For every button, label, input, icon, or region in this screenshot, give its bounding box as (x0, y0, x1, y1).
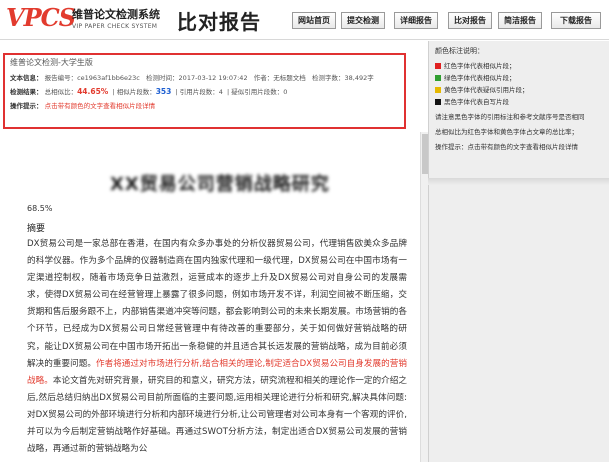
legend-note-reference: 请注意黑色字体的引用标注和参考文献序号是否相同 (435, 113, 585, 121)
info-row-tip: 操作提示： 点击带有颜色的文字查看相似片段详情 (10, 101, 399, 111)
suspect-cited-segments: 疑似引用片段数：0 (231, 88, 288, 96)
result-label: 检测结果： (10, 88, 43, 96)
document-view: XX贸易公司营销战略研究 68.5% 摘要 DX贸易公司是一家总部在香港，在国内… (0, 132, 420, 462)
info-row-text: 文本信息： 报告编号：ce1963af1bb6e23c 检测时间：2017-03… (10, 73, 399, 83)
total-similarity-value: 44.65% (77, 87, 109, 96)
nav-compare-report-button[interactable]: 比对报告 (448, 12, 492, 29)
info-row-result: 检测结果： 总相似比：44.65% | 相似片段数：353 | 引用片段数：4 … (10, 87, 288, 96)
yellow-square-icon (435, 87, 441, 93)
black-square-icon (435, 99, 441, 105)
abstract-heading: 摘要 (27, 224, 46, 234)
logo-mark: VPCS (6, 3, 76, 32)
document-similarity-percent: 68.5% (27, 204, 53, 213)
report-edition-title: 维普论文检测-大学生版 (10, 58, 93, 67)
tip-text: 点击带有颜色的文字查看相似片段详情 (44, 102, 156, 110)
report-info-box: 维普论文检测-大学生版 文本信息： 报告编号：ce1963af1bb6e23c … (3, 53, 406, 129)
nav-home-button[interactable]: 网站首页 (292, 12, 336, 29)
document-body: DX贸易公司是一家总部在香港，在国内有众多办事处的分析仪器贸易公司，代理销售欧美… (27, 236, 407, 458)
page-title: 比对报告 (177, 10, 261, 34)
tip-label: 操作提示： (10, 102, 43, 110)
logo-english-name: VIP PAPER CHECK SYSTEM (72, 23, 158, 30)
legend-item-red: 红色字体代表相似片段； (435, 60, 603, 72)
text-info-label: 文本信息： (10, 74, 43, 82)
similar-segments-value[interactable]: 353 (156, 87, 172, 96)
legend-panel: 颜色标注说明： 红色字体代表相似片段； 绿色字体代表相似片段； 黄色字体代表疑似… (428, 41, 609, 462)
logo[interactable]: VPCS 维普论文检测系统 VIP PAPER CHECK SYSTEM (6, 4, 176, 36)
legend-item-yellow: 黄色字体代表疑似引用片段； (435, 84, 603, 96)
document-scrollbar[interactable] (420, 132, 428, 462)
total-similarity-label: 总相似比： (44, 88, 78, 96)
legend-note-total: 总相似比为红色字体和黄色字体占文章的总比率； (435, 128, 578, 136)
document-heading: XX贸易公司营销战略研究 (110, 174, 330, 195)
legend-item-green: 绿色字体代表相似片段； (435, 72, 603, 84)
nav-submit-button[interactable]: 提交检测 (341, 12, 385, 29)
author: 作者：无标题文档 (253, 74, 306, 82)
char-count: 检测字数：38,492字 (312, 74, 374, 82)
plain-text: 本论文首先对研究背景，研究目的和意义，研究方法，研究流程和相关的理论作一定的介绍… (27, 375, 407, 455)
nav-detail-report-button[interactable]: 详细报告 (394, 12, 438, 29)
nav-brief-report-button[interactable]: 简洁报告 (498, 12, 542, 29)
logo-chinese-name: 维普论文检测系统 (72, 8, 160, 21)
legend-item-black: 黑色字体代表自写片段 (435, 96, 603, 108)
red-square-icon (435, 63, 441, 69)
check-time: 检测时间：2017-03-12 19:07:42 (146, 74, 248, 82)
legend-panel-divider (428, 178, 609, 185)
report-number: 报告编号：ce1963af1bb6e23c (44, 74, 140, 82)
similar-segments-label: 相似片段数： (116, 88, 156, 96)
legend-title: 颜色标注说明： (435, 47, 484, 55)
nav-download-report-button[interactable]: 下载报告 (551, 12, 601, 29)
header: VPCS 维普论文检测系统 VIP PAPER CHECK SYSTEM 比对报… (0, 0, 609, 40)
legend-note-tip: 操作提示：点击带有颜色的文字查看相似片段详情 (435, 143, 578, 151)
green-square-icon (435, 75, 441, 81)
cited-segments: 引用片段数：4 (179, 88, 223, 96)
plain-text: DX贸易公司是一家总部在香港，在国内有众多办事处的分析仪器贸易公司，代理销售欧美… (27, 239, 407, 369)
